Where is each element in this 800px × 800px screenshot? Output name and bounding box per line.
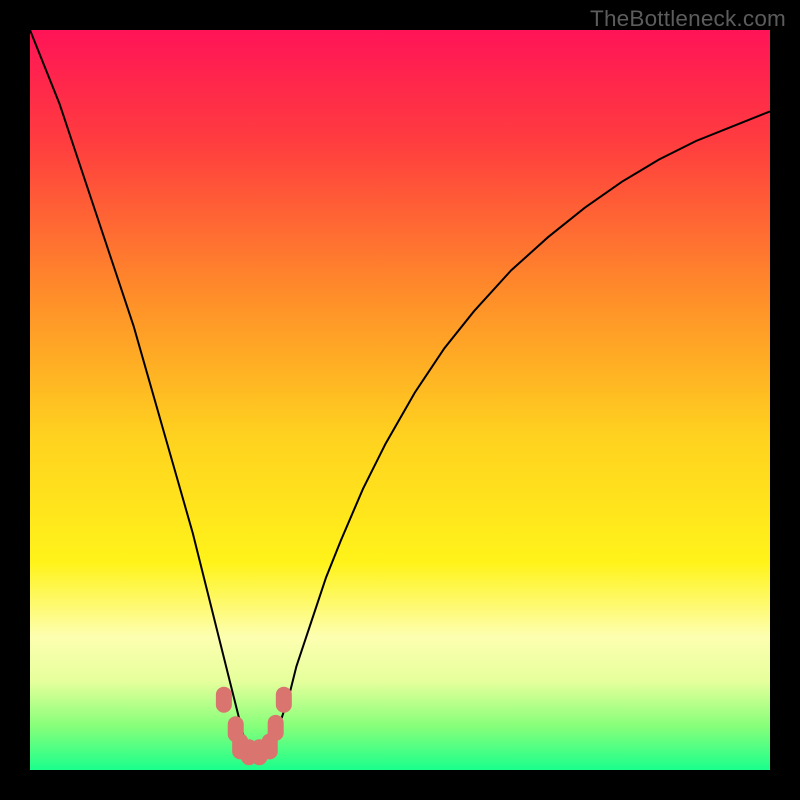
bottleneck-chart — [30, 30, 770, 770]
trough-marker — [276, 687, 292, 713]
trough-marker — [216, 687, 232, 713]
trough-marker — [268, 715, 284, 741]
chart-stage: TheBottleneck.com — [0, 0, 800, 800]
plot-background — [30, 30, 770, 770]
watermark-text: TheBottleneck.com — [590, 6, 786, 32]
